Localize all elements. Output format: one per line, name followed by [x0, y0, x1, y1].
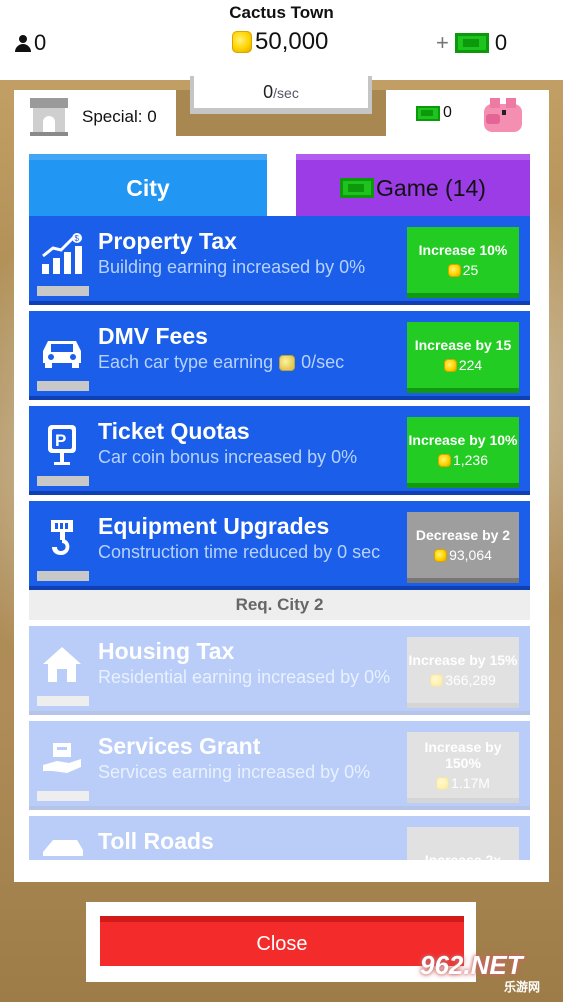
- monument-icon: [30, 98, 68, 136]
- decrease-button[interactable]: Decrease by 2 93,064: [407, 512, 519, 583]
- hand-box-icon: [37, 735, 87, 785]
- tab-game[interactable]: Game (14): [296, 154, 530, 216]
- bank-cash: 0: [416, 104, 452, 122]
- increase-button[interactable]: Increase by 10% 1,236: [407, 417, 519, 488]
- locked-increase-button: Increase by 150% 1.17M: [407, 732, 519, 803]
- button-label: Decrease by 2: [415, 527, 511, 543]
- button-cost: 366,289: [430, 672, 496, 688]
- button-label: Increase by 150%: [424, 739, 502, 771]
- coin-balance: 50,000: [232, 28, 328, 56]
- upgrade-row-housing-tax: Housing Tax Residential earning increase…: [29, 626, 530, 715]
- requirement-divider: Req. City 2: [29, 590, 530, 620]
- tab-city-label: City: [126, 174, 170, 201]
- upgrade-list[interactable]: $ Property Tax Building earning increase…: [29, 216, 530, 860]
- population-counter[interactable]: 0: [14, 30, 46, 56]
- rate-unit: /sec: [273, 85, 299, 101]
- upgrade-description: Services earning increased by 0%: [98, 762, 371, 782]
- coin-icon: [447, 263, 461, 277]
- upgrade-description: Residential earning increased by 0%: [98, 667, 391, 687]
- increase-button[interactable]: Increase by 15 224: [407, 322, 519, 393]
- coin-icon: [279, 354, 296, 371]
- upgrade-title: Housing Tax: [98, 638, 235, 664]
- upgrade-row-equipment-upgrades: Equipment Upgrades Construction time red…: [29, 501, 530, 590]
- bank-cash-value: 0: [443, 104, 452, 121]
- piggy-bank-icon[interactable]: [482, 96, 524, 136]
- parking-sign-icon: P: [37, 420, 87, 470]
- upgrade-title: Services Grant: [98, 733, 261, 759]
- cash-icon: [454, 33, 489, 53]
- level-bar: [37, 286, 89, 296]
- locked-increase-button: Increase 2x: [407, 827, 519, 860]
- button-cost: 1.17M: [436, 775, 490, 791]
- upgrade-row-property-tax: $ Property Tax Building earning increase…: [29, 216, 530, 305]
- top-bar: Cactus Town 0 50,000 + 0: [0, 0, 563, 80]
- close-button[interactable]: Close: [100, 916, 464, 966]
- svg-text:P: P: [55, 431, 66, 450]
- button-label: Increase by 15%: [408, 652, 518, 668]
- upgrade-title: Equipment Upgrades: [98, 513, 330, 539]
- coin-icon: [443, 358, 457, 372]
- button-cost: 25: [447, 262, 478, 278]
- coin-icon: [232, 31, 252, 53]
- crane-hook-icon: [37, 515, 87, 565]
- coin-icon: [430, 673, 444, 687]
- button-label: Increase 2x: [424, 852, 502, 860]
- upgrade-title: DMV Fees: [98, 323, 208, 349]
- person-icon: [14, 34, 32, 52]
- upgrade-row-dmv-fees: DMV Fees Each car type earning 0/sec Inc…: [29, 311, 530, 400]
- upgrade-description: Car coin bonus increased by 0%: [98, 447, 358, 467]
- coin-value: 50,000: [255, 28, 329, 55]
- house-icon: [37, 640, 87, 690]
- button-label: Increase 10%: [418, 242, 508, 258]
- upgrade-title: Toll Roads: [98, 828, 214, 854]
- upgrade-description: Construction time reduced by 0 sec: [98, 542, 381, 562]
- cash-balance[interactable]: + 0: [436, 30, 507, 56]
- income-rate: 0/sec: [190, 76, 372, 114]
- upgrade-description: Building earning increased by 0%: [98, 257, 366, 277]
- upgrade-row-services-grant: Services Grant Services earning increase…: [29, 721, 530, 810]
- tab-city[interactable]: City: [29, 154, 267, 216]
- population-value: 0: [34, 30, 47, 55]
- add-cash-button[interactable]: +: [436, 30, 449, 56]
- level-bar: [37, 381, 89, 391]
- upgrade-description: Each car type earning 0/sec: [98, 352, 345, 372]
- upgrade-title: Ticket Quotas: [98, 418, 250, 444]
- level-bar: [37, 696, 89, 706]
- chart-icon: $: [37, 230, 87, 280]
- button-cost: 1,236: [437, 452, 488, 468]
- cash-icon: [416, 105, 440, 121]
- coin-icon: [437, 453, 451, 467]
- cash-value: 0: [494, 30, 508, 55]
- upgrade-row-toll-roads: Toll Roads Increase 2x: [29, 816, 530, 860]
- tab-game-label: Game (14): [376, 174, 486, 201]
- upgrade-title: Property Tax: [98, 228, 237, 254]
- upgrade-row-ticket-quotas: P Ticket Quotas Car coin bonus increased…: [29, 406, 530, 495]
- level-bar: [37, 476, 89, 486]
- level-bar: [37, 571, 89, 581]
- town-name: Cactus Town: [229, 3, 334, 22]
- button-cost: 224: [443, 357, 482, 373]
- level-bar: [37, 791, 89, 801]
- button-cost: 93,064: [434, 547, 492, 563]
- rate-value: 0: [263, 82, 274, 102]
- special-counter: Special: 0: [30, 98, 157, 136]
- button-label: Increase by 10%: [408, 432, 518, 448]
- increase-button[interactable]: Increase 10% 25: [407, 227, 519, 298]
- button-label: Increase by 15: [414, 337, 512, 353]
- coin-icon: [434, 548, 448, 562]
- coin-icon: [436, 776, 450, 790]
- cash-icon: [340, 178, 375, 198]
- svg-text:$: $: [75, 234, 80, 243]
- car-icon: [37, 325, 87, 375]
- watermark-logo: 962.NET 乐游网: [420, 950, 541, 994]
- toll-icon: [37, 830, 87, 860]
- close-label: Close: [256, 932, 308, 955]
- locked-increase-button: Increase by 15% 366,289: [407, 637, 519, 708]
- special-label: Special: 0: [82, 107, 157, 126]
